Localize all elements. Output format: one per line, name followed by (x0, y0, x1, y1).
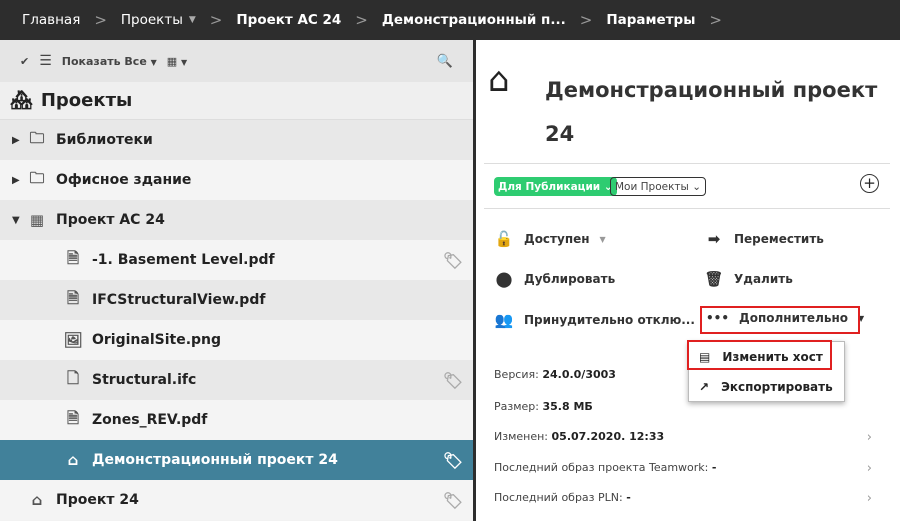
tag-icon[interactable]: 🏷 (443, 451, 463, 470)
crumb-home[interactable]: Главная (22, 12, 80, 28)
chevron-down-icon: ⌄ (692, 180, 701, 193)
info-pln-snapshot[interactable]: Последний образ PLN: - › (494, 491, 884, 506)
menu-label: Экспортировать (721, 380, 833, 394)
tree-item[interactable]: ▶ 🗀 Библиотеки (0, 120, 473, 160)
projects-icon: 🏘 (10, 90, 33, 111)
highlight-change-host (687, 340, 832, 370)
tree-item-label: Zones_REV.pdf (92, 412, 208, 428)
unlock-icon: 🔓 (494, 230, 514, 248)
show-all-dropdown[interactable]: Показать Все ▼ (62, 55, 157, 68)
image-icon: 🖼 (63, 331, 83, 349)
pdf-icon: 🗎 (66, 248, 80, 267)
tree-item-label: Проект АС 24 (56, 212, 165, 228)
list-icon[interactable]: ☰ (39, 53, 52, 69)
users-icon: 👥 (494, 311, 514, 329)
move-button[interactable]: ➡ Переместить (704, 230, 824, 248)
expand-toggle-icon[interactable]: ▼ (12, 215, 26, 226)
divider (484, 208, 890, 209)
tree-item-label: IFCStructuralView.pdf (92, 292, 266, 308)
export-icon: ↗ (699, 380, 710, 394)
show-all-label: Показать Все (61, 54, 147, 68)
chevron-right-icon: › (866, 430, 872, 445)
project-tree-panel: ✔ ☰ Показать Все ▼ ▦ ▼ 🔍 🏘 Проекты ▶ 🗀 Библ… (0, 40, 473, 521)
projects-title: Проекты (40, 90, 133, 111)
tree-item[interactable]: 🖼 OriginalSite.png (0, 320, 473, 360)
crumb-project-ac24[interactable]: Проект АС 24 (236, 12, 341, 28)
tree-item[interactable]: ⌂ Демонстрационный проект 24 🏷 (0, 440, 473, 480)
tag-icon[interactable]: 🏷 (443, 491, 463, 510)
duplicate-button[interactable]: ⬤ Дублировать (494, 270, 616, 288)
tag-publish[interactable]: Для Публикации ⌄ (494, 177, 617, 196)
tree-item-label: Библиотеки (56, 132, 153, 148)
tree-item[interactable]: ⌂ Проект 24 🏷 (0, 480, 473, 520)
chevron-right-icon: › (866, 491, 872, 506)
delete-label: Удалить (734, 272, 793, 286)
project-house-icon: ⌂ (488, 60, 510, 100)
search-icon[interactable]: 🔍 (437, 54, 453, 69)
project-title: Демонстрационный проект 24 (545, 78, 878, 146)
trash-icon: 🗑 (704, 270, 724, 288)
chevron-right-icon: > (355, 11, 368, 29)
crumb-settings[interactable]: Параметры (606, 12, 695, 28)
project-icon: ⌂ (31, 491, 43, 509)
expand-toggle-icon[interactable]: ▶ (12, 175, 26, 186)
check-icon[interactable]: ✔ (20, 55, 29, 68)
duplicate-icon: ⬤ (495, 270, 513, 288)
tree-item-label: Офисное здание (56, 172, 192, 188)
tag-label: Мои Проекты (615, 180, 689, 193)
move-label: Переместить (734, 232, 824, 246)
projects-header: 🏘 Проекты (0, 82, 473, 120)
tree-item[interactable]: 🗎 -1. Basement Level.pdf 🏷 (0, 240, 473, 280)
tree-item-label: OriginalSite.png (92, 332, 222, 348)
availability-label: Доступен (524, 232, 590, 246)
breadcrumb: Главная > Проекты ▼ > Проект АС 24 > Демонст… (0, 0, 900, 40)
crumb-demo-project[interactable]: Демонстрационный п... (382, 12, 566, 28)
folder-icon: 🗀 (29, 168, 45, 187)
chevron-right-icon: › (866, 461, 872, 476)
info-teamwork-snapshot[interactable]: Последний образ проекта Teamwork: - › (494, 461, 884, 476)
divider (484, 163, 890, 164)
detail-panel: ⌂ Демонстрационный проект 24 Для Публика… (476, 40, 900, 521)
tree-item-label: Демонстрационный проект 24 (92, 452, 338, 468)
project-folder-icon: ▦ (29, 211, 45, 229)
chevron-right-icon: > (579, 11, 593, 29)
tree-item-label: Structural.ifc (92, 372, 197, 388)
caret-down-icon: ▼ (599, 234, 606, 244)
force-disconnect-button[interactable]: 👥 Принудительно отклю... (494, 311, 695, 329)
tag-my-projects[interactable]: Мои Проекты ⌄ (610, 177, 706, 196)
tree-toolbar: ✔ ☰ Показать Все ▼ ▦ ▼ 🔍 (0, 40, 473, 82)
delete-button[interactable]: 🗑 Удалить (704, 270, 793, 288)
calendar-dropdown[interactable]: ▦ ▼ (167, 55, 187, 68)
tag-icon[interactable]: 🏷 (443, 251, 463, 270)
tag-icon[interactable]: 🏷 (443, 371, 463, 390)
availability-dropdown[interactable]: 🔓 Доступен ▼ (494, 230, 606, 248)
crumb-projects[interactable]: Проекты (121, 12, 183, 28)
arrow-right-icon: ➡ (707, 230, 721, 248)
tree-item[interactable]: 🗋 Structural.ifc 🏷 (0, 360, 473, 400)
info-modified[interactable]: Изменен: 05.07.2020. 12:33 › (494, 430, 884, 445)
pdf-icon: 🗎 (66, 408, 80, 427)
chevron-right-icon: > (709, 11, 722, 29)
chevron-right-icon: > (209, 11, 223, 29)
tree-item[interactable]: 🗎 Zones_REV.pdf (0, 400, 473, 440)
tree-item-label: -1. Basement Level.pdf (92, 252, 275, 268)
menu-item-export[interactable]: ↗ Экспортировать (689, 372, 844, 402)
caret-down-icon[interactable]: ▼ (189, 15, 196, 25)
chevron-right-icon: > (94, 11, 107, 29)
tree-item[interactable]: ▼ ▦ Проект АС 24 (0, 200, 473, 240)
folder-icon: 🗀 (29, 128, 45, 147)
tree-item[interactable]: 🗎 IFCStructuralView.pdf (0, 280, 473, 320)
project-icon: ⌂ (67, 451, 79, 469)
add-tag-button[interactable]: + (860, 174, 879, 193)
file-icon: 🗋 (66, 368, 80, 387)
tag-label: Для Публикации (498, 180, 601, 193)
duplicate-label: Дублировать (524, 272, 616, 286)
tree-item[interactable]: ▶ 🗀 Офисное здание (0, 160, 473, 200)
force-disconnect-label: Принудительно отклю... (524, 313, 695, 327)
tree-item-label: Проект 24 (56, 492, 139, 508)
pdf-icon: 🗎 (66, 288, 80, 307)
highlight-more (700, 306, 860, 334)
expand-toggle-icon[interactable]: ▶ (12, 135, 26, 146)
